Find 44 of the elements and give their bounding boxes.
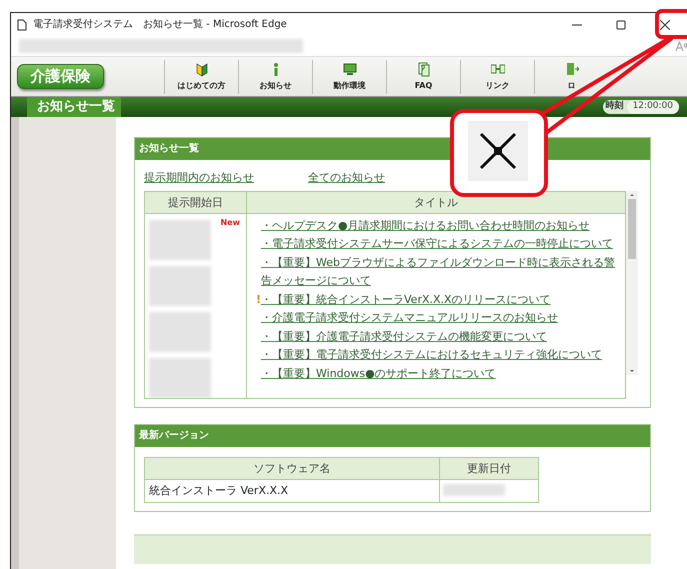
blurred-date <box>149 220 211 260</box>
column-header: 提示開始日 <box>145 192 247 214</box>
maximize-icon <box>616 20 626 30</box>
notice-link[interactable]: ・ヘルプデスク●月請求期間におけるお問い合わせ時間のお知らせ <box>261 216 590 235</box>
linked-pages-icon <box>490 62 504 76</box>
page-title: お知らせ一覧 <box>27 97 121 117</box>
scrollbar[interactable] <box>626 190 638 374</box>
column-header: 更新日付 <box>440 458 538 480</box>
notice-link[interactable]: ・【重要】電子請求受付システムにおけるセキュリティ強化について <box>261 346 602 364</box>
nav-button[interactable]: お知らせ <box>238 60 312 94</box>
page-icon <box>17 18 27 30</box>
scroll-thumb[interactable] <box>628 198 636 258</box>
blurred-date <box>149 266 211 306</box>
notice-link[interactable]: ・【重要】Windows●のサポート終了について <box>261 364 496 383</box>
blurred-date <box>149 312 211 352</box>
filter-link[interactable]: 提示期間内のお知らせ <box>144 170 254 186</box>
notice-link[interactable]: ・【重要】統合インストーラVerX.X.Xのリリースについて <box>261 290 551 309</box>
blurred-date <box>149 358 211 398</box>
window-title: 電子請求受付システム お知らせ一覧 - Microsoft Edge <box>33 18 287 32</box>
notice-link[interactable]: ・電子請求受付システムサーバ保守によるシステムの一時停止について <box>261 235 613 254</box>
door-exit-icon <box>564 62 578 76</box>
beginner-leaf-icon <box>194 62 208 76</box>
notice-link[interactable]: ・【重要】Webブラウザによるファイルダウンロード時に表示される警告メッセージについて <box>261 254 621 290</box>
filter-link[interactable]: 全てのお知らせ <box>308 170 385 186</box>
new-label: New <box>220 216 240 228</box>
nav-button[interactable]: はじめての方 <box>164 60 238 94</box>
close-icon <box>660 20 670 30</box>
read-aloud-icon[interactable] <box>675 40 687 52</box>
nav-button[interactable]: FAQ <box>386 60 460 94</box>
column-header: ソフトウェア名 <box>145 458 440 480</box>
table-cell: 統合インストーラ VerX.X.X <box>145 480 440 502</box>
column-header: タイトル <box>247 192 625 214</box>
alert-mark: ! <box>254 292 261 308</box>
nav-button[interactable]: ロ <box>534 60 608 94</box>
blurred-date <box>443 484 505 496</box>
question-document-icon <box>416 62 430 76</box>
nav-button[interactable]: 動作環境 <box>312 60 386 94</box>
clock-label: 時刻 <box>604 100 625 114</box>
nav-button[interactable]: リンク <box>460 60 534 94</box>
notice-link[interactable]: ・介護電子請求受付システムマニュアルリリースのお知らせ <box>261 309 558 328</box>
monitor-icon <box>342 62 356 76</box>
notice-link[interactable]: ・【重要】介護電子請求受付システムの機能変更について <box>261 328 547 346</box>
clock-time: 12:00:00 <box>626 100 679 114</box>
panel-title: 最新バージョン <box>135 424 650 446</box>
